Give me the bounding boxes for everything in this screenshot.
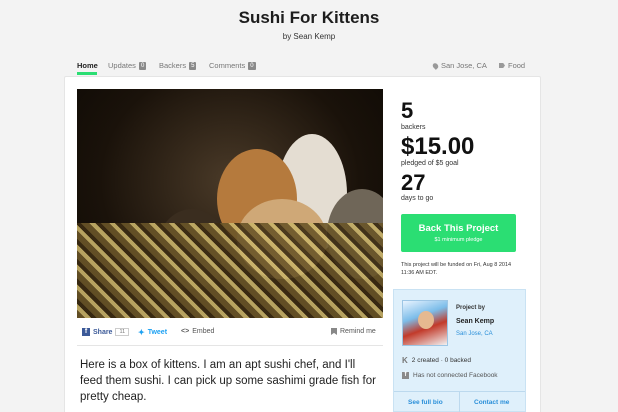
back-project-button[interactable]: Back This Project $1 minimum pledge (401, 214, 516, 252)
tab-backers[interactable]: Backers 5 (159, 61, 197, 70)
twitter-bird-icon: ✦ (138, 328, 145, 337)
creator-facebook-status: f Has not connected Facebook (402, 372, 498, 379)
bookmark-icon (331, 328, 337, 335)
embed-label: Embed (192, 328, 215, 335)
back-project-label: Back This Project (418, 223, 499, 234)
days-count: 27 (401, 170, 426, 195)
backers-count-badge: 5 (189, 61, 197, 70)
project-video[interactable] (77, 89, 383, 318)
backers-label: backers (401, 124, 426, 131)
days-label: days to go (401, 195, 434, 202)
creator-avatar[interactable] (402, 300, 448, 346)
minimum-pledge-label: $1 minimum pledge (434, 237, 483, 243)
created-backed-text: 2 created · 0 backed (411, 357, 472, 364)
facebook-share-button[interactable]: f Share 11 (82, 328, 130, 336)
tab-updates-label: Updates (108, 61, 136, 70)
project-description: Here is a box of kittens. I am an apt su… (80, 359, 376, 404)
share-count: 11 (115, 328, 130, 336)
map-pin-icon (431, 61, 440, 70)
tweet-label: Tweet (147, 329, 168, 336)
facebook-share-label: Share (93, 328, 113, 336)
tab-home-label: Home (77, 61, 98, 70)
tab-home[interactable]: Home (77, 61, 98, 70)
share-bar: f Share 11 ✦ Tweet <> Embed Remind me (77, 327, 383, 339)
active-tab-indicator (77, 72, 97, 75)
creator-divider-vertical (459, 391, 460, 412)
location-label: San Jose, CA (441, 61, 487, 70)
tweet-button[interactable]: ✦ Tweet (138, 328, 167, 337)
tab-comments-label: Comments (209, 61, 246, 70)
tab-backers-label: Backers (159, 61, 187, 70)
category-label: Food (508, 61, 526, 70)
creator-location[interactable]: San Jose, CA (456, 331, 493, 337)
project-title: Sushi For Kittens (238, 8, 380, 27)
project-by-label: Project by (456, 305, 486, 311)
remind-me-button[interactable]: Remind me (331, 328, 376, 335)
facebook-icon: f (402, 372, 409, 379)
backers-count: 5 (401, 98, 414, 123)
pledged-amount: $15.00 (401, 133, 475, 160)
tab-comments[interactable]: Comments 0 (209, 61, 256, 70)
see-full-bio-link[interactable]: See full bio (408, 399, 443, 406)
remind-me-label: Remind me (340, 328, 376, 335)
avatar-face (418, 311, 434, 329)
project-byline: by Sean Kemp (282, 32, 336, 41)
comments-count-badge: 0 (248, 61, 256, 70)
updates-count-badge: 0 (138, 61, 147, 70)
pledged-label: pledged of $5 goal (401, 160, 459, 167)
tab-updates[interactable]: Updates 0 (108, 61, 147, 70)
tag-icon (499, 63, 505, 68)
content-divider (77, 345, 383, 346)
location-link[interactable]: San Jose, CA (431, 61, 487, 70)
code-icon: <> (181, 328, 190, 335)
creator-panel: Project by Sean Kemp San Jose, CA K 2 cr… (393, 289, 526, 412)
embed-button[interactable]: <> Embed (181, 328, 214, 335)
kickstarter-k-icon: K (402, 356, 408, 365)
contact-me-link[interactable]: Contact me (474, 399, 509, 406)
facebook-status-text: Has not connected Facebook (413, 372, 498, 379)
creator-name[interactable]: Sean Kemp (456, 318, 494, 325)
project-nav: Home Updates 0 Backers 5 Comments 0 San … (77, 58, 540, 76)
category-link[interactable]: Food (499, 61, 525, 70)
blanket-pattern (77, 223, 383, 318)
creator-stats: K 2 created · 0 backed (402, 356, 471, 365)
facebook-icon: f (82, 328, 90, 336)
funding-note: This project will be funded on Fri, Aug … (401, 262, 512, 276)
